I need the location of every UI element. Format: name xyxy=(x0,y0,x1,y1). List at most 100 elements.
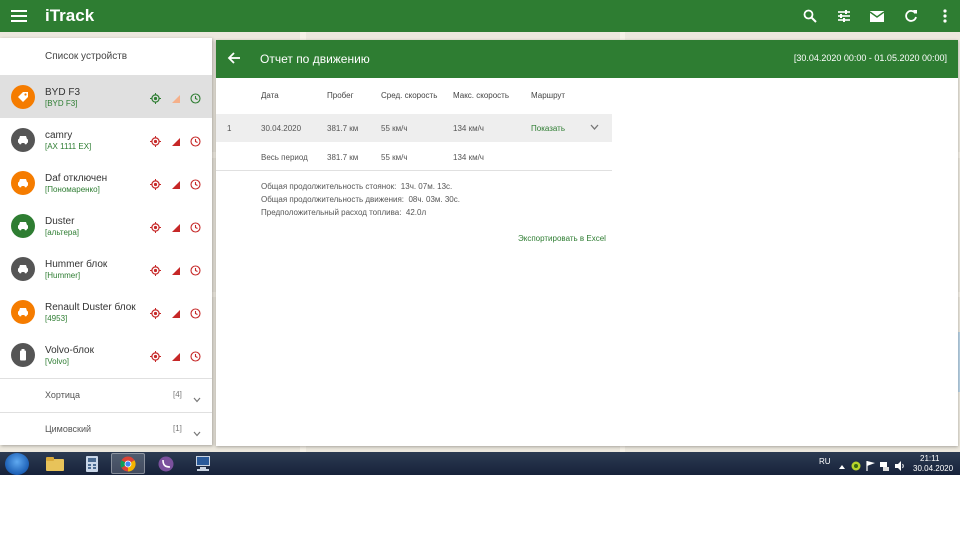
explorer-icon[interactable] xyxy=(38,453,72,474)
device-name: Hummer блок xyxy=(45,259,108,270)
table-row[interactable]: 1 30.04.2020 381.7 км 55 км/ч 134 км/ч П… xyxy=(216,114,612,142)
device-subtitle: [Volvo] xyxy=(45,357,70,366)
chevron-down-icon[interactable] xyxy=(193,390,201,403)
column-header-route: Маршрут xyxy=(531,91,566,100)
total-avg-speed: 55 км/ч xyxy=(381,153,408,162)
row-avg-speed: 55 км/ч xyxy=(381,124,408,133)
signal-strength-icon xyxy=(170,263,181,275)
tag-icon xyxy=(11,85,35,109)
row-distance: 381.7 км xyxy=(327,124,359,133)
car-icon xyxy=(11,214,35,238)
device-item[interactable]: Volvo-блок [Volvo] xyxy=(0,333,212,376)
device-subtitle: [BYD F3] xyxy=(45,99,78,108)
signal-strength-icon xyxy=(170,306,181,318)
device-name: Volvo-блок xyxy=(45,345,94,356)
tray-app-icon[interactable] xyxy=(851,458,861,471)
back-arrow-icon[interactable] xyxy=(227,51,243,67)
language-indicator[interactable]: RU xyxy=(819,457,831,466)
column-header-max-speed: Макс. скорость xyxy=(453,91,510,100)
report-date-range[interactable]: [30.04.2020 00:00 - 01.05.2020 00:00] xyxy=(794,53,947,63)
device-name: Renault Duster блок xyxy=(45,302,136,313)
clock-icon[interactable] xyxy=(190,349,201,362)
car-icon xyxy=(11,257,35,281)
tune-icon[interactable] xyxy=(834,6,854,26)
mail-icon[interactable] xyxy=(867,6,887,26)
gps-location-icon[interactable] xyxy=(150,263,161,276)
network-icon[interactable] xyxy=(880,458,890,471)
device-item[interactable]: Renault Duster блок [4953] xyxy=(0,290,212,333)
total-max-speed: 134 км/ч xyxy=(453,153,484,162)
start-button[interactable] xyxy=(5,453,29,475)
show-hidden-icons-arrow-icon[interactable] xyxy=(838,458,848,469)
menu-icon[interactable] xyxy=(11,8,27,24)
more-vert-icon[interactable] xyxy=(935,6,955,26)
device-group[interactable]: Хортица [4] xyxy=(0,378,212,411)
summary-line: Предположительный расход топлива: 42.0л xyxy=(261,208,426,217)
device-subtitle: [Пономаренко] xyxy=(45,185,100,194)
device-item[interactable]: Hummer блок [Hummer] xyxy=(0,247,212,290)
viber-icon[interactable] xyxy=(149,453,183,474)
battery-icon xyxy=(11,343,35,367)
network-app-icon[interactable] xyxy=(186,453,220,474)
search-icon[interactable] xyxy=(800,6,820,26)
signal-strength-icon xyxy=(170,177,181,189)
chrome-icon[interactable] xyxy=(111,453,145,474)
signal-strength-icon xyxy=(170,349,181,361)
summary-label: Общая продолжительность стоянок: xyxy=(261,182,397,191)
clock-time[interactable]: 21:11 xyxy=(920,454,939,463)
gps-location-icon[interactable] xyxy=(150,349,161,362)
action-center-flag-icon[interactable] xyxy=(866,458,876,471)
total-label: Весь период xyxy=(261,153,308,162)
summary-label: Предположительный расход топлива: xyxy=(261,208,402,217)
group-name: Цимовский xyxy=(45,424,92,434)
device-item[interactable]: BYD F3 [BYD F3] xyxy=(0,75,212,118)
summary-label: Общая продолжительность движения: xyxy=(261,195,405,204)
row-number: 1 xyxy=(227,124,232,133)
gps-location-icon[interactable] xyxy=(150,134,161,147)
device-list-panel: Список устройств BYD F3 [BYD F3] camry [AX … xyxy=(0,38,212,445)
clock-icon[interactable] xyxy=(190,91,201,104)
summary-value: 42.0л xyxy=(405,208,427,217)
device-item[interactable]: Daf отключен [Пономаренко] xyxy=(0,161,212,204)
clock-icon[interactable] xyxy=(190,220,201,233)
gps-location-icon[interactable] xyxy=(150,306,161,319)
clock-icon[interactable] xyxy=(190,263,201,276)
chevron-down-icon[interactable] xyxy=(193,424,201,437)
summary-line: Общая продолжительность стоянок: 13ч. 07… xyxy=(261,182,452,191)
column-header-distance: Пробег xyxy=(327,91,354,100)
clock-icon[interactable] xyxy=(190,306,201,319)
car-icon xyxy=(11,128,35,152)
column-header-avg-speed: Сред. скорость xyxy=(381,91,438,100)
gps-location-icon[interactable] xyxy=(150,220,161,233)
device-item[interactable]: camry [AX 1111 EX] xyxy=(0,118,212,161)
device-group[interactable]: Цимовский [1] xyxy=(0,412,212,445)
refresh-icon[interactable] xyxy=(901,6,921,26)
column-header-date: Дата xyxy=(261,91,279,100)
device-subtitle: [4953] xyxy=(45,314,68,323)
clock-icon[interactable] xyxy=(190,134,201,147)
device-subtitle: [альтера] xyxy=(45,228,80,237)
device-name: Duster xyxy=(45,216,75,227)
export-excel-link[interactable]: Экспортировать в Excel xyxy=(518,234,606,243)
show-route-link[interactable]: Показать xyxy=(531,124,565,133)
windows-taskbar: RU 21:11 30.04.2020 xyxy=(0,452,960,475)
device-name: BYD F3 xyxy=(45,87,81,98)
clock-date[interactable]: 30.04.2020 xyxy=(913,464,953,473)
gps-location-icon[interactable] xyxy=(150,91,161,104)
row-max-speed: 134 км/ч xyxy=(453,124,484,133)
device-subtitle: [AX 1111 EX] xyxy=(45,142,92,151)
signal-strength-icon xyxy=(170,91,181,103)
expand-chevron-icon[interactable] xyxy=(590,123,599,132)
signal-strength-icon xyxy=(170,134,181,146)
signal-strength-icon xyxy=(170,220,181,232)
device-subtitle: [Hummer] xyxy=(45,271,81,280)
volume-icon[interactable] xyxy=(895,458,905,471)
clock-icon[interactable] xyxy=(190,177,201,190)
group-name: Хортица xyxy=(45,390,81,400)
device-item[interactable]: Duster [альтера] xyxy=(0,204,212,247)
app-title: iTrack xyxy=(45,6,95,25)
device-name: camry xyxy=(45,130,73,141)
gps-location-icon[interactable] xyxy=(150,177,161,190)
calculator-icon[interactable] xyxy=(75,453,109,474)
app-bar: iTrack xyxy=(0,0,960,32)
